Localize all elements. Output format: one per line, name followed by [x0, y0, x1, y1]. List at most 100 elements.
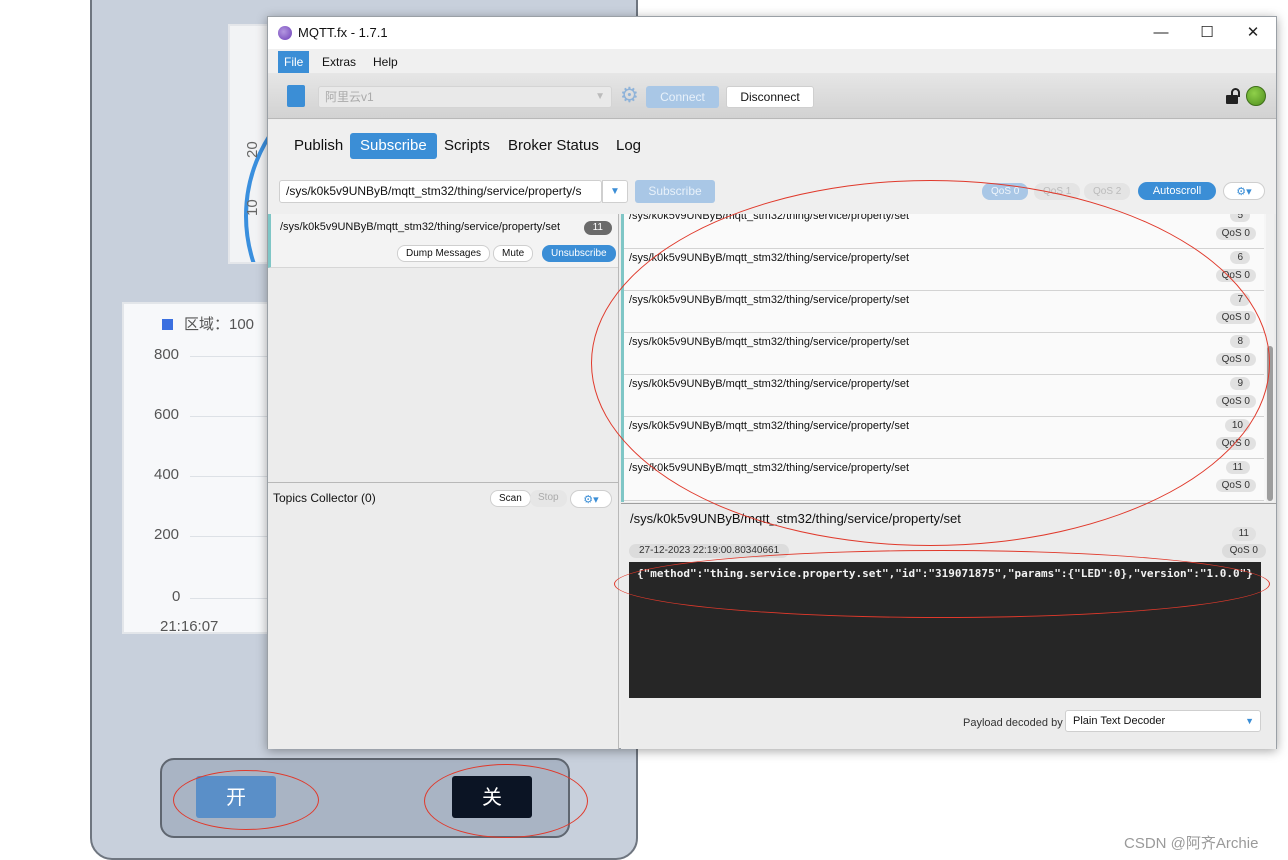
message-number: 9: [1230, 377, 1250, 390]
message-scrollbar[interactable]: [1266, 214, 1274, 502]
subscription-item[interactable]: /sys/k0k5v9UNByB/mqtt_stm32/thing/servic…: [268, 214, 618, 268]
connection-toolbar: 阿里云v1 ▼ ⚙ Connect Disconnect: [268, 73, 1276, 119]
tab-publish[interactable]: Publish: [284, 133, 353, 159]
decoder-select[interactable]: Plain Text Decoder ▼: [1065, 710, 1261, 732]
off-button[interactable]: 关: [452, 776, 532, 818]
detail-qos: QoS 0: [1221, 544, 1266, 558]
message-qos: QoS 0: [1215, 395, 1256, 408]
message-row[interactable]: /sys/k0k5v9UNByB/mqtt_stm32/thing/servic…: [624, 459, 1264, 501]
payload-text[interactable]: {"method":"thing.service.property.set","…: [629, 562, 1261, 698]
topics-collector-title: Topics Collector (0): [273, 491, 376, 505]
disconnect-button[interactable]: Disconnect: [726, 86, 814, 108]
tab-subscribe[interactable]: Subscribe: [350, 133, 437, 159]
app-icon: [278, 26, 292, 40]
chevron-down-icon[interactable]: ▼: [602, 180, 628, 203]
message-list: /sys/k0k5v9UNByB/mqtt_stm32/thing/servic…: [621, 214, 1274, 502]
message-number: 5: [1230, 214, 1250, 222]
topic-input[interactable]: /sys/k0k5v9UNByB/mqtt_stm32/thing/servic…: [279, 180, 602, 203]
gear-icon[interactable]: ⚙: [620, 85, 639, 107]
scan-button[interactable]: Scan: [490, 490, 531, 507]
collector-gear-icon[interactable]: ⚙▾: [570, 490, 612, 508]
close-icon[interactable]: ✕: [1238, 21, 1268, 45]
title-bar: MQTT.fx - 1.7.1 — ☐ ✕: [268, 17, 1276, 49]
topics-collector-bar: Topics Collector (0) Scan Stop ⚙▾: [268, 482, 618, 512]
chevron-down-icon: ▼: [1245, 716, 1254, 726]
chart-card: 区域：100 800 600 400 200 0 21:16:07: [122, 302, 282, 635]
message-number: 11: [1225, 461, 1250, 474]
message-row[interactable]: /sys/k0k5v9UNByB/mqtt_stm32/thing/servic…: [624, 417, 1264, 459]
menu-help[interactable]: Help: [367, 51, 404, 73]
message-row[interactable]: /sys/k0k5v9UNByB/mqtt_stm32/thing/servic…: [624, 249, 1264, 291]
gauge-tick: 10: [244, 199, 261, 216]
message-qos: QoS 0: [1215, 311, 1256, 324]
qos0-toggle[interactable]: QoS 0: [982, 183, 1029, 200]
menu-file[interactable]: File: [278, 51, 310, 73]
dump-messages-button[interactable]: Dump Messages: [397, 245, 491, 262]
detail-timestamp: 27-12-2023 22:19:00.80340661: [629, 544, 790, 558]
detail-topic: /sys/k0k5v9UNByB/mqtt_stm32/thing/servic…: [630, 511, 961, 526]
window-title: MQTT.fx - 1.7.1: [298, 25, 388, 40]
message-number: 10: [1224, 419, 1250, 432]
message-qos: QoS 0: [1215, 269, 1256, 282]
message-number: 7: [1230, 293, 1250, 306]
minimize-icon[interactable]: —: [1146, 21, 1176, 45]
message-qos: QoS 0: [1215, 479, 1256, 492]
subscribe-toolbar: /sys/k0k5v9UNByB/mqtt_stm32/thing/servic…: [268, 176, 1276, 214]
lock-icon: [1226, 88, 1240, 104]
y-tick: 400: [154, 466, 180, 483]
message-qos: QoS 0: [1215, 437, 1256, 450]
tab-scripts[interactable]: Scripts: [434, 133, 500, 159]
legend-swatch: [162, 319, 173, 330]
message-topic: /sys/k0k5v9UNByB/mqtt_stm32/thing/servic…: [629, 294, 909, 306]
stop-button[interactable]: Stop: [530, 490, 567, 507]
message-row[interactable]: /sys/k0k5v9UNByB/mqtt_stm32/thing/servic…: [624, 375, 1264, 417]
document-icon[interactable]: [287, 85, 305, 107]
mqttfx-window: MQTT.fx - 1.7.1 — ☐ ✕ File Extras Help 阿…: [267, 16, 1277, 749]
legend-label: 区域：100: [184, 316, 255, 333]
message-topic: /sys/k0k5v9UNByB/mqtt_stm32/thing/servic…: [629, 252, 909, 264]
tab-log[interactable]: Log: [606, 133, 651, 159]
autoscroll-toggle[interactable]: Autoscroll: [1138, 182, 1216, 200]
gauge-tick: 20: [244, 141, 261, 158]
messages-pane: /sys/k0k5v9UNByB/mqtt_stm32/thing/servic…: [621, 214, 1276, 749]
subscribe-button[interactable]: Subscribe: [635, 180, 715, 203]
scrollbar-thumb[interactable]: [1267, 346, 1273, 501]
message-topic: /sys/k0k5v9UNByB/mqtt_stm32/thing/servic…: [629, 462, 909, 474]
tab-broker-status[interactable]: Broker Status: [498, 133, 609, 159]
decoder-value: Plain Text Decoder: [1073, 715, 1166, 727]
message-row[interactable]: /sys/k0k5v9UNByB/mqtt_stm32/thing/servic…: [624, 333, 1264, 375]
connect-button[interactable]: Connect: [646, 86, 719, 108]
chevron-down-icon: ▼: [595, 91, 605, 102]
message-qos: QoS 0: [1215, 353, 1256, 366]
message-detail: /sys/k0k5v9UNByB/mqtt_stm32/thing/servic…: [621, 503, 1276, 749]
unsubscribe-button[interactable]: Unsubscribe: [542, 245, 616, 262]
message-count-badge: 11: [583, 221, 612, 235]
settings-gear-icon[interactable]: ⚙▾: [1223, 182, 1265, 200]
qos1-toggle[interactable]: QoS 1: [1034, 183, 1081, 200]
profile-select[interactable]: 阿里云v1 ▼: [318, 86, 612, 108]
on-button[interactable]: 开: [196, 776, 276, 818]
message-row[interactable]: /sys/k0k5v9UNByB/mqtt_stm32/thing/servic…: [624, 214, 1264, 249]
message-number: 6: [1230, 251, 1250, 264]
message-topic: /sys/k0k5v9UNByB/mqtt_stm32/thing/servic…: [629, 378, 909, 390]
message-qos: QoS 0: [1215, 227, 1256, 240]
tab-bar: Publish Subscribe Scripts Broker Status …: [268, 120, 1276, 176]
message-topic: /sys/k0k5v9UNByB/mqtt_stm32/thing/servic…: [629, 420, 909, 432]
profile-value: 阿里云v1: [325, 90, 374, 104]
menu-extras[interactable]: Extras: [316, 51, 362, 73]
subscriptions-pane: /sys/k0k5v9UNByB/mqtt_stm32/thing/servic…: [268, 214, 619, 749]
qos2-toggle[interactable]: QoS 2: [1084, 183, 1131, 200]
message-topic: /sys/k0k5v9UNByB/mqtt_stm32/thing/servic…: [629, 336, 909, 348]
connection-status-icon: [1246, 86, 1266, 106]
mute-button[interactable]: Mute: [493, 245, 534, 262]
message-topic: /sys/k0k5v9UNByB/mqtt_stm32/thing/servic…: [629, 214, 909, 222]
detail-number: 11: [1231, 527, 1256, 541]
x-tick: 21:16:07: [160, 618, 219, 635]
menu-bar: File Extras Help: [268, 49, 1276, 73]
y-tick: 0: [172, 588, 181, 605]
y-tick: 200: [154, 526, 180, 543]
maximize-icon[interactable]: ☐: [1192, 21, 1222, 45]
message-row[interactable]: /sys/k0k5v9UNByB/mqtt_stm32/thing/servic…: [624, 291, 1264, 333]
subscription-topic: /sys/k0k5v9UNByB/mqtt_stm32/thing/servic…: [280, 221, 560, 233]
message-number: 8: [1230, 335, 1250, 348]
